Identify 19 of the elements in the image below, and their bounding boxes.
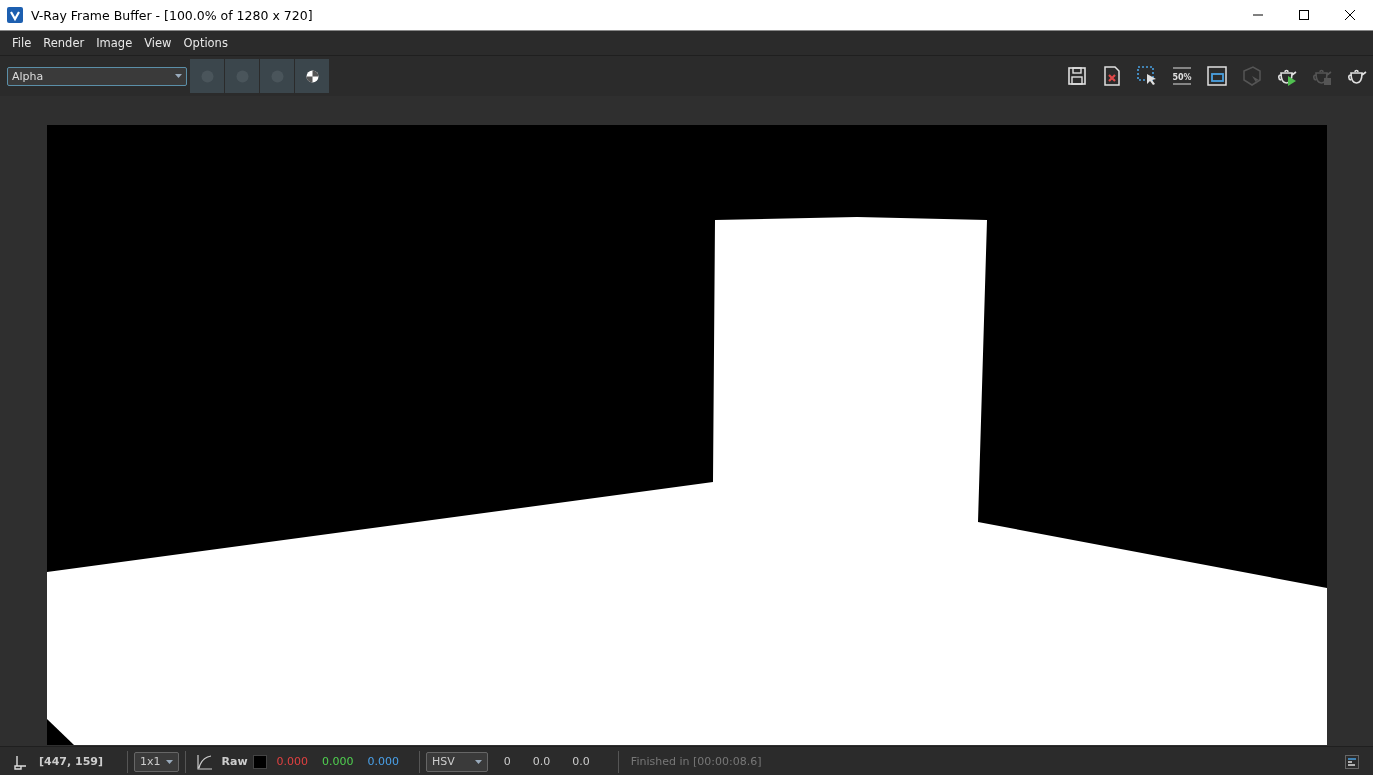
menu-item[interactable]: View [138,36,178,50]
menu-item[interactable]: Render [37,36,91,50]
menu-item[interactable]: File [6,36,38,50]
channel-dropdown[interactable]: Alpha [7,66,187,86]
pixel-coordinates: [447, 159] [39,755,103,768]
menu-item[interactable]: Options [177,36,234,50]
channel-value: 0.000 [322,755,354,768]
zoom-tool-button[interactable]: 50% [1168,62,1195,90]
menu-item[interactable]: Image [90,36,139,50]
status-message: Finished in [00:00:08.6] [630,755,762,768]
channel-value: 0.000 [367,755,400,768]
color-mode-label: Raw [221,755,248,768]
sampling-dropdown[interactable]: 1x1 [134,751,179,772]
color-space-dropdown[interactable]: HSV [426,751,488,772]
channel-value: 0.000 [276,755,309,768]
color-space-value: 0 [503,755,511,768]
color-space-value: 0.0 [572,755,590,768]
window-title: V-Ray Frame Buffer - [100.0% of 1280 x 720] [31,7,313,23]
color-space-value: 0.0 [532,755,551,768]
